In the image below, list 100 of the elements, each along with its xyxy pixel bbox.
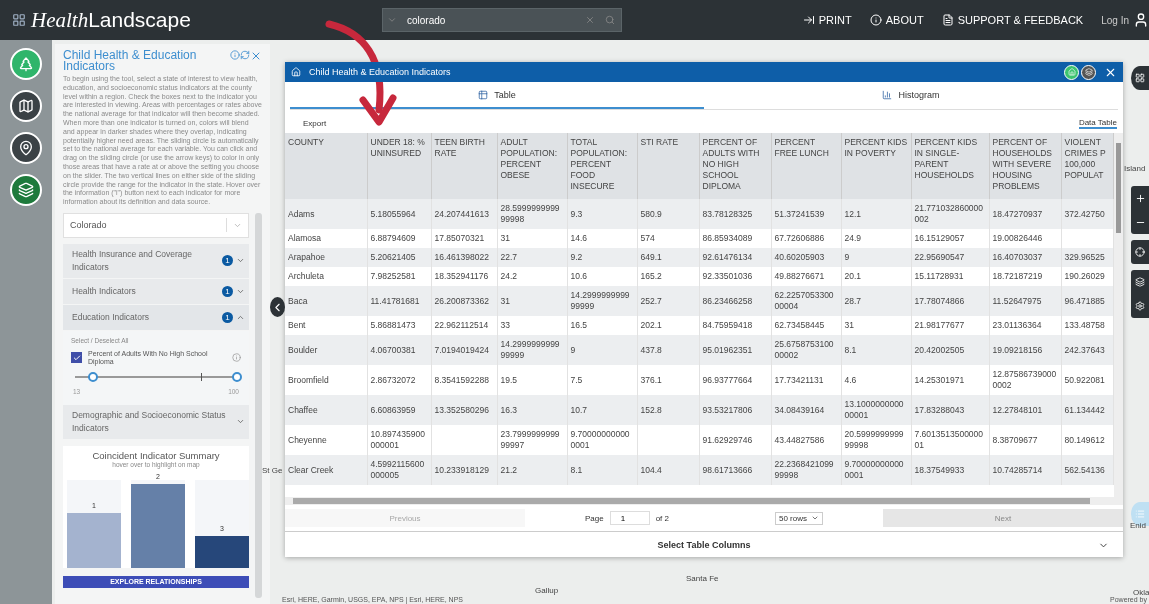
info-icon bbox=[869, 14, 882, 26]
nav-link[interactable]: SUPPORT & FEEDBACK bbox=[941, 14, 1084, 26]
zoom-control[interactable] bbox=[1131, 186, 1149, 234]
map-label: Okla bbox=[1133, 588, 1149, 597]
horizontal-scrollbar[interactable] bbox=[285, 497, 1123, 505]
zoom-in-icon bbox=[1134, 192, 1146, 204]
column-header[interactable]: TEEN BIRTH RATE bbox=[431, 133, 497, 199]
caret-icon bbox=[387, 15, 397, 25]
export-link[interactable]: Export bbox=[303, 119, 327, 128]
caret-icon bbox=[811, 514, 819, 522]
clear-icon bbox=[585, 15, 595, 25]
layers-icon bbox=[1084, 68, 1093, 76]
column-header[interactable]: COUNTY bbox=[285, 133, 367, 199]
column-header[interactable]: STI RATE bbox=[637, 133, 699, 199]
export-icon bbox=[802, 14, 815, 26]
close-icon bbox=[250, 50, 262, 62]
user-icon bbox=[1133, 12, 1149, 28]
column-header[interactable]: PERCENT FREE LUNCH bbox=[771, 133, 841, 199]
search-field[interactable]: colorado bbox=[401, 14, 581, 26]
search-icon bbox=[605, 15, 615, 25]
count-badge: 1 bbox=[222, 255, 233, 267]
collapse-button[interactable] bbox=[270, 297, 285, 317]
table-cell: 21.2 bbox=[497, 455, 567, 485]
refresh-button[interactable] bbox=[240, 50, 250, 60]
map-icon bbox=[18, 98, 34, 114]
map-label: Enid bbox=[1130, 521, 1146, 530]
table-cell: 8.1 bbox=[567, 455, 637, 485]
slider-thumb[interactable] bbox=[87, 371, 98, 382]
table-cell: 104.4 bbox=[637, 455, 699, 485]
view-tab[interactable]: Table bbox=[290, 82, 704, 109]
legend-button[interactable] bbox=[1131, 502, 1149, 526]
column-header[interactable]: PERCENT KIDS IN POVERTY bbox=[841, 133, 911, 199]
rail-button[interactable] bbox=[10, 90, 42, 122]
table-cell: 10.74285714 bbox=[989, 455, 1061, 485]
table-scrollbar[interactable] bbox=[1114, 133, 1123, 497]
check-icon bbox=[72, 353, 81, 362]
table-cell: 562.54136 bbox=[1061, 455, 1113, 485]
column-header[interactable]: TOTAL POPULATION: PERCENT FOOD INSECURE bbox=[567, 133, 637, 199]
rail-button[interactable] bbox=[10, 174, 42, 206]
view-tab[interactable]: Histogram bbox=[704, 82, 1118, 109]
home-icon bbox=[291, 67, 301, 77]
column-header[interactable]: PERCENT OF ADULTS WITH NO HIGH SCHOOL DIPLOMA bbox=[699, 133, 771, 199]
column-header[interactable]: PERCENT OF HOUSEHOLDS WITH SEVERE HOUSING PROBLEMS bbox=[989, 133, 1061, 199]
page-count: of 2 bbox=[655, 513, 669, 523]
nav-link[interactable]: ABOUT bbox=[869, 14, 924, 26]
table-icon bbox=[478, 89, 489, 100]
slider-thumb[interactable] bbox=[232, 371, 242, 382]
select-columns-button[interactable]: Select Table Columns bbox=[285, 531, 1123, 557]
refresh-icon bbox=[240, 50, 250, 60]
locate-button[interactable] bbox=[1131, 240, 1149, 264]
table-cell: 4.5992115600000005 bbox=[367, 455, 431, 485]
layers-button[interactable] bbox=[1081, 64, 1096, 80]
table-cell: 9.700000000000001 bbox=[841, 455, 911, 485]
panel-title: Child Health & Education Indicators bbox=[63, 50, 198, 72]
nav-link[interactable]: PRINT bbox=[802, 14, 852, 26]
count-badge: 1 bbox=[222, 285, 233, 297]
search-box[interactable]: colorado bbox=[382, 8, 622, 32]
rows-select[interactable]: 50 rows bbox=[775, 511, 823, 525]
table-cell: 98.61713666 bbox=[699, 455, 771, 485]
map-label: Gallup bbox=[535, 586, 559, 595]
logo-icon bbox=[12, 13, 26, 27]
summary-title: Coincident Indicator Summary bbox=[92, 449, 220, 461]
login-link[interactable]: Log In bbox=[1101, 12, 1149, 28]
column-header[interactable]: ADULT POPULATION: PERCENT OBESE bbox=[497, 133, 567, 199]
grid-icon bbox=[1135, 73, 1145, 83]
close-button[interactable] bbox=[250, 50, 262, 62]
list-icon bbox=[1135, 509, 1145, 519]
app-logo[interactable]: HealthLandscape bbox=[31, 7, 191, 33]
window-title: Child Health & Education Indicators bbox=[309, 67, 452, 77]
layers-icon bbox=[18, 182, 34, 198]
map-label: Island bbox=[1124, 164, 1146, 173]
panel-scrollbar[interactable] bbox=[255, 212, 262, 598]
home-button[interactable] bbox=[1064, 64, 1079, 80]
basemap-button[interactable] bbox=[1131, 66, 1149, 90]
count-badge: 1 bbox=[222, 311, 233, 323]
crosshair-icon bbox=[1135, 247, 1145, 257]
accordion-header[interactable]: Education Indicators 1 bbox=[63, 304, 249, 331]
document-icon bbox=[941, 14, 954, 26]
tree-icon bbox=[18, 56, 34, 72]
table-cell: Clear Creek bbox=[285, 455, 367, 485]
settings-icon bbox=[1135, 301, 1145, 311]
home-icon bbox=[1067, 68, 1076, 76]
map-label: Santa Fe bbox=[686, 574, 719, 583]
column-header[interactable]: VIOLENT CRIMES P 100,000 POPULAT bbox=[1061, 133, 1113, 199]
table-cell: 22.236842109999998 bbox=[771, 455, 841, 485]
layer-settings-control[interactable] bbox=[1131, 270, 1149, 318]
indicator-checkbox[interactable] bbox=[71, 352, 82, 364]
table-cell: 10.233918129 bbox=[431, 455, 497, 485]
info-icon bbox=[230, 50, 240, 60]
info-icon bbox=[232, 353, 241, 363]
data-table-link[interactable]: Data Table bbox=[1078, 118, 1117, 129]
column-header[interactable]: UNDER 18: % UNINSURED bbox=[367, 133, 431, 199]
bar-chart-icon bbox=[882, 89, 893, 100]
column-header[interactable]: PERCENT KIDS IN SINGLE-PARENT HOUSEHOLDS bbox=[911, 133, 989, 199]
layers-icon bbox=[1135, 277, 1145, 287]
info-button[interactable] bbox=[230, 50, 240, 60]
map-label: St Ge bbox=[262, 466, 283, 475]
page-input[interactable]: 1 bbox=[609, 511, 650, 525]
rail-button[interactable] bbox=[10, 132, 42, 164]
state-select[interactable]: Colorado bbox=[63, 212, 249, 238]
